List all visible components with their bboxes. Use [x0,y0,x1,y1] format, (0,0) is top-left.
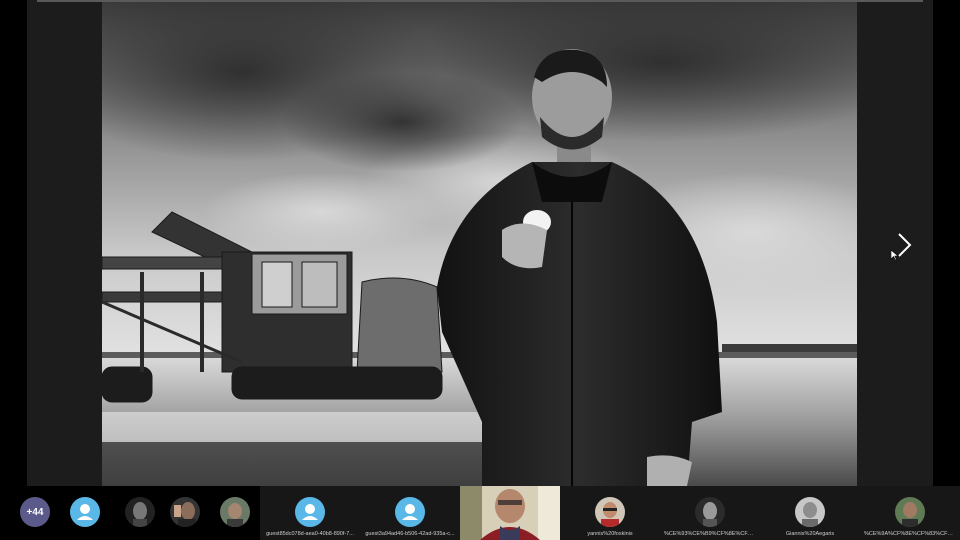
participant-tile[interactable]: %CE%93%CE%B9%CF%8E%CF%81%CE... [660,486,760,540]
participant-tile[interactable]: Giannis%20Aegaris [760,486,860,540]
avatar [125,497,155,527]
avatar [895,497,925,527]
participant-tile[interactable]: %CE%9A%CF%8E%CF%83%CF%84%CE... [860,486,960,540]
participant-name: yannis%20foskinis [587,531,633,537]
avatar [170,497,200,527]
participant-name: %CE%93%CE%B9%CF%8E%CF%81%CE... [664,531,756,537]
participant-tile[interactable] [215,486,255,540]
saltworks-photo [102,2,857,486]
participant-tile[interactable] [165,486,205,540]
default-avatar-icon [395,497,425,527]
participant-tile[interactable]: guest85dc078d-aea0-40b8-890f-7... [260,486,360,540]
avatar [220,497,250,527]
participant-video-tile[interactable] [460,486,560,540]
avatar [795,497,825,527]
avatar [595,497,625,527]
default-avatar-icon [295,497,325,527]
default-avatar-icon [70,497,100,527]
avatar [695,497,725,527]
participant-tile[interactable]: yannis%20foskinis [560,486,660,540]
participant-name: %CE%9A%CF%8E%CF%83%CF%84%CE... [864,531,956,537]
participant-tile[interactable] [120,486,160,540]
participant-name: guest3a94ad46-b506-42ad-935a-c... [365,531,455,537]
participant-name: guest85dc078d-aea0-40b8-890f-7... [266,531,354,537]
more-participants-badge[interactable]: +44 [20,497,50,527]
shared-photo [102,2,857,486]
participant-tile[interactable] [70,486,100,540]
participant-tile[interactable]: guest3a94ad46-b506-42ad-935a-c... [360,486,460,540]
mouse-cursor-icon [890,247,899,261]
participant-strip: guest85dc078d-aea0-40b8-890f-7... guest3… [0,486,960,540]
participant-video [460,486,560,540]
participant-name: Giannis%20Aegaris [785,531,835,537]
